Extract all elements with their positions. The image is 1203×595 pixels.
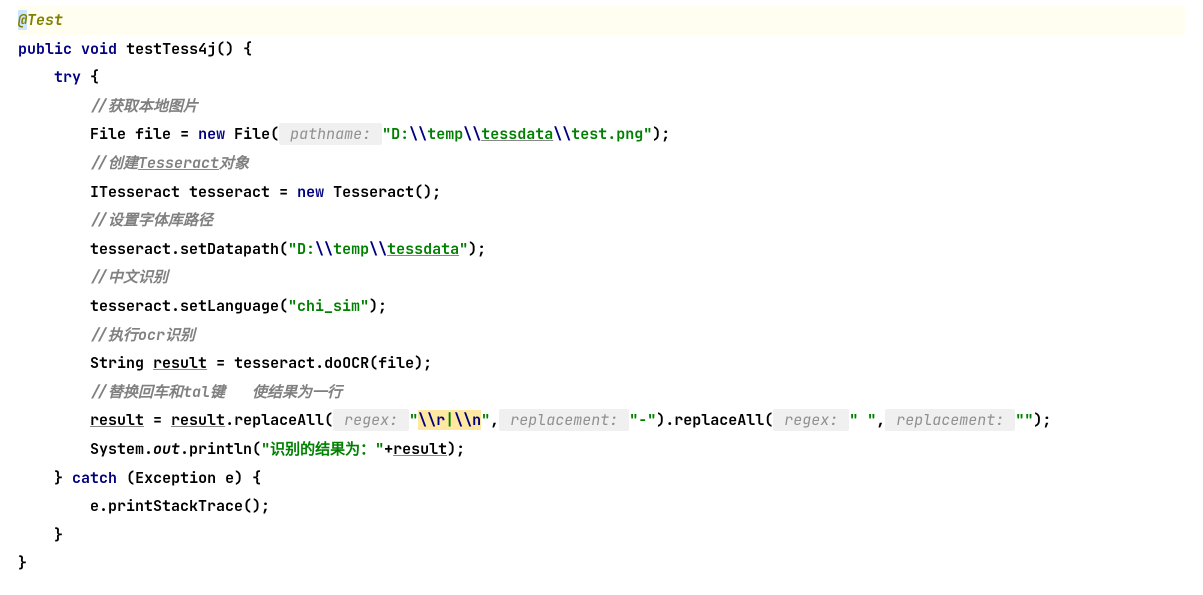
rparen-semi5: ); xyxy=(1033,410,1051,430)
esc4: \\ xyxy=(315,239,333,259)
parens: () xyxy=(216,39,234,59)
hint-replacement1: replacement: xyxy=(499,409,629,431)
rparen-semi4: ); xyxy=(369,296,387,316)
rparen-semi2: (); xyxy=(414,182,441,202)
ctor-tess: Tesseract xyxy=(333,182,414,202)
hint-replacement2: replacement: xyxy=(885,409,1015,431)
comment5a: //执行 xyxy=(90,325,138,345)
out: out xyxy=(153,439,180,459)
annotation-test: Test xyxy=(27,10,63,30)
str-temp: temp xyxy=(427,124,463,144)
eq1: = xyxy=(171,124,198,144)
type-string: String xyxy=(90,353,144,373)
comment5c: 识别 xyxy=(165,325,195,345)
str-temp2: temp xyxy=(333,239,369,259)
comment2c: 对象 xyxy=(219,153,249,173)
call-setdata: tesseract.setDatapath( xyxy=(90,239,288,259)
var-result4: result xyxy=(393,439,447,459)
lparen1: ( xyxy=(270,124,279,144)
hint-pathname: pathname: xyxy=(279,123,382,145)
str-output: "识别的结果为：" xyxy=(261,439,384,459)
comma2: , xyxy=(876,410,885,430)
type-itess: ITesseract xyxy=(90,182,180,202)
comment-3: //设置字体库路径 xyxy=(90,210,213,230)
eq2: = xyxy=(207,353,234,373)
annotation-at: @ xyxy=(18,10,27,30)
highlighted-line: @Test xyxy=(18,6,1185,35)
str-path2a: "D: xyxy=(288,239,315,259)
brace: { xyxy=(234,39,252,59)
println: .println( xyxy=(180,439,261,459)
str-q2: " xyxy=(481,410,490,430)
var-result2: result xyxy=(90,410,144,430)
keyword-catch: catch xyxy=(72,468,117,488)
brace-close2: } xyxy=(54,525,63,545)
brace-close1: } xyxy=(54,468,63,488)
str-regex-r: \\r xyxy=(418,410,445,430)
comment5b: ocr xyxy=(138,325,165,345)
comment2b: Tesseract xyxy=(138,153,219,173)
str-testpng: test.png" xyxy=(571,124,652,144)
brace-close3: } xyxy=(18,553,27,573)
eq1b: = xyxy=(270,182,297,202)
comment2a: //创建 xyxy=(90,153,138,173)
comment6a: //替换回车和 xyxy=(90,382,183,402)
str-path-a: "D: xyxy=(382,124,409,144)
str-chisim: "chi_sim" xyxy=(288,296,369,316)
comment-4: //中文识别 xyxy=(90,267,168,287)
str-empty: "" xyxy=(1015,410,1033,430)
eq3: = xyxy=(144,410,171,430)
esc3: \\ xyxy=(553,124,571,144)
plus: + xyxy=(384,439,393,459)
code-editor[interactable]: @Test public void testTess4j() { try { /… xyxy=(0,0,1203,584)
var-result3: result xyxy=(171,410,225,430)
str-pipe: | xyxy=(445,410,454,430)
method-name: testTess4j xyxy=(126,39,216,59)
esc1: \\ xyxy=(409,124,427,144)
keyword-new2: new xyxy=(297,182,324,202)
str-space: " " xyxy=(849,410,876,430)
str-tessdata2: tessdata xyxy=(387,239,459,259)
keyword-void: void xyxy=(81,39,117,59)
str-dash: "-" xyxy=(629,410,656,430)
esc5: \\ xyxy=(369,239,387,259)
comment6c: 键 使结果为一行 xyxy=(210,382,342,402)
comment6b: tal xyxy=(183,382,210,402)
keyword-try: try xyxy=(54,67,81,87)
str-path2end: " xyxy=(459,239,468,259)
hint-regex2: regex: xyxy=(773,409,849,431)
sys: System. xyxy=(90,439,153,459)
type-file: File xyxy=(90,124,126,144)
var-tesseract: tesseract xyxy=(189,182,270,202)
call-print: e.printStackTrace(); xyxy=(90,496,270,516)
keyword-new1: new xyxy=(198,124,225,144)
call-replace2: .replaceAll( xyxy=(665,410,773,430)
rparen-semi3: ); xyxy=(468,239,486,259)
esc2: \\ xyxy=(463,124,481,144)
call-replace1: .replaceAll( xyxy=(225,410,333,430)
call-doocr: tesseract.doOCR(file); xyxy=(234,353,432,373)
rparen-semi6: ); xyxy=(447,439,465,459)
rparen-semi1: ); xyxy=(652,124,670,144)
comma1: , xyxy=(490,410,499,430)
var-file: file xyxy=(135,124,171,144)
str-regex-n: \\n xyxy=(454,410,481,430)
str-q1: " xyxy=(409,410,418,430)
rparen1: ) xyxy=(656,410,665,430)
hint-regex1: regex: xyxy=(333,409,409,431)
comment-1: //获取本地图片 xyxy=(90,96,198,116)
str-tessdata: tessdata xyxy=(481,124,553,144)
keyword-public: public xyxy=(18,39,72,59)
brace2: { xyxy=(81,67,99,87)
ctor-file: File xyxy=(234,124,270,144)
var-result: result xyxy=(153,353,207,373)
catch-params: (Exception e) { xyxy=(117,468,261,488)
call-setlang: tesseract.setLanguage( xyxy=(90,296,288,316)
